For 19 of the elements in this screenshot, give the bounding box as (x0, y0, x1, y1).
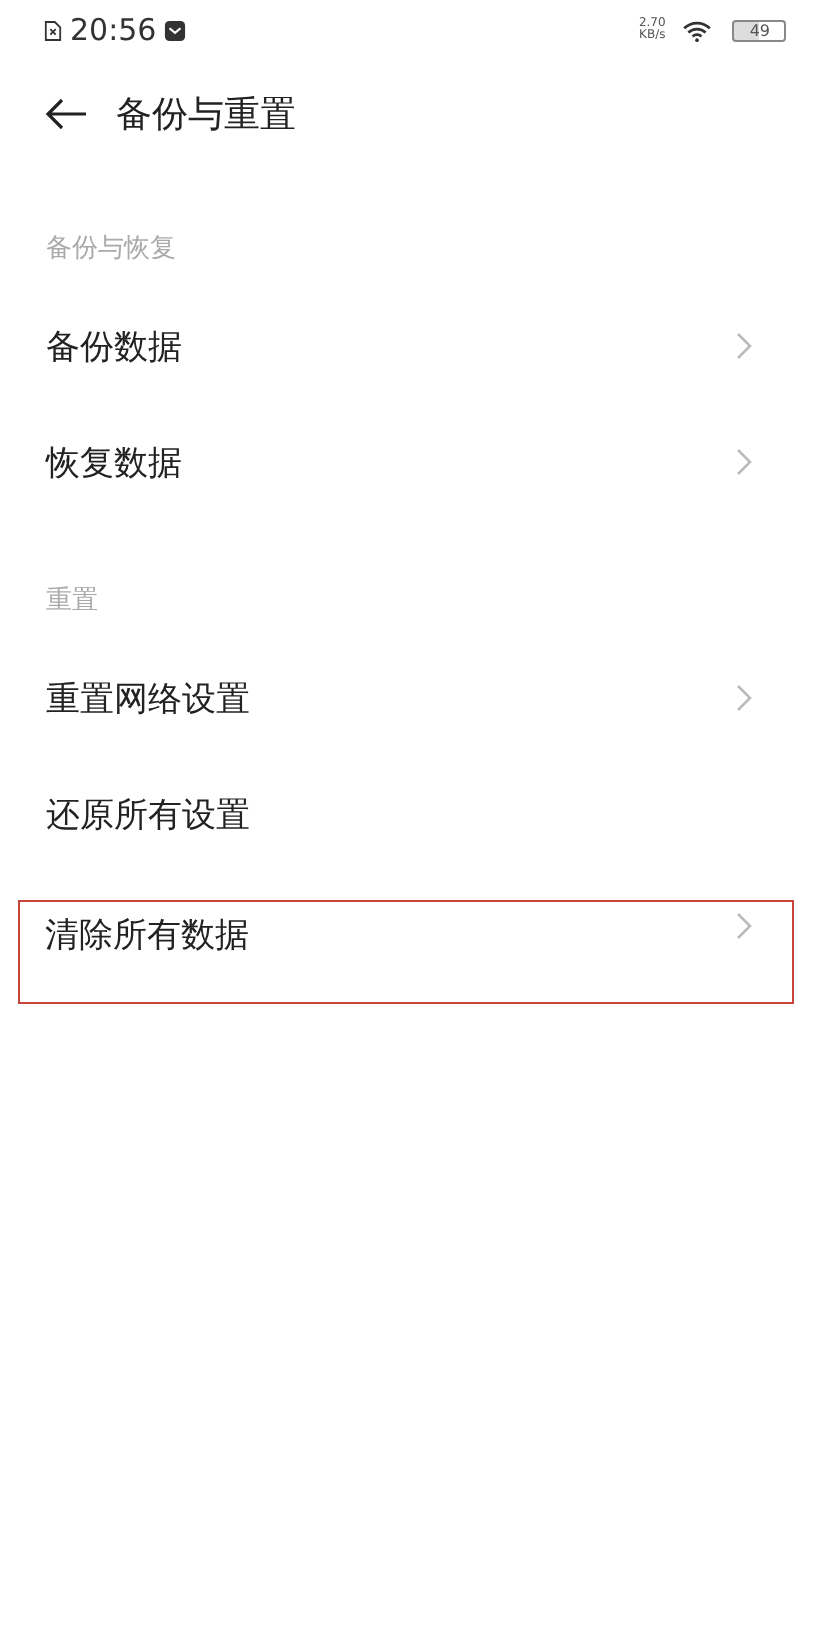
section-header: 重置 (46, 584, 98, 618)
page-title: 备份与重置 (116, 92, 296, 138)
battery-level: 49 (731, 19, 786, 41)
back-button[interactable] (44, 98, 88, 130)
settings-item[interactable]: 重置网络设置 (0, 640, 826, 756)
settings-item[interactable]: 还原所有设置 (0, 756, 826, 872)
settings-item[interactable]: 备份数据 (0, 288, 826, 404)
chevron-icon (736, 912, 752, 940)
clock-time: 20:56 (70, 12, 157, 48)
back-arrow-icon (44, 98, 88, 130)
chevron-icon (736, 332, 752, 360)
section-header: 备份与恢复 (46, 232, 176, 266)
chevron-icon (736, 684, 752, 712)
sim-icon (44, 19, 62, 41)
settings-item[interactable]: 恢复数据 (0, 404, 826, 520)
message-icon (164, 19, 187, 41)
chevron-icon (736, 448, 752, 476)
settings-item[interactable]: 清除所有数据 (18, 900, 794, 1004)
wifi-icon (681, 19, 712, 41)
